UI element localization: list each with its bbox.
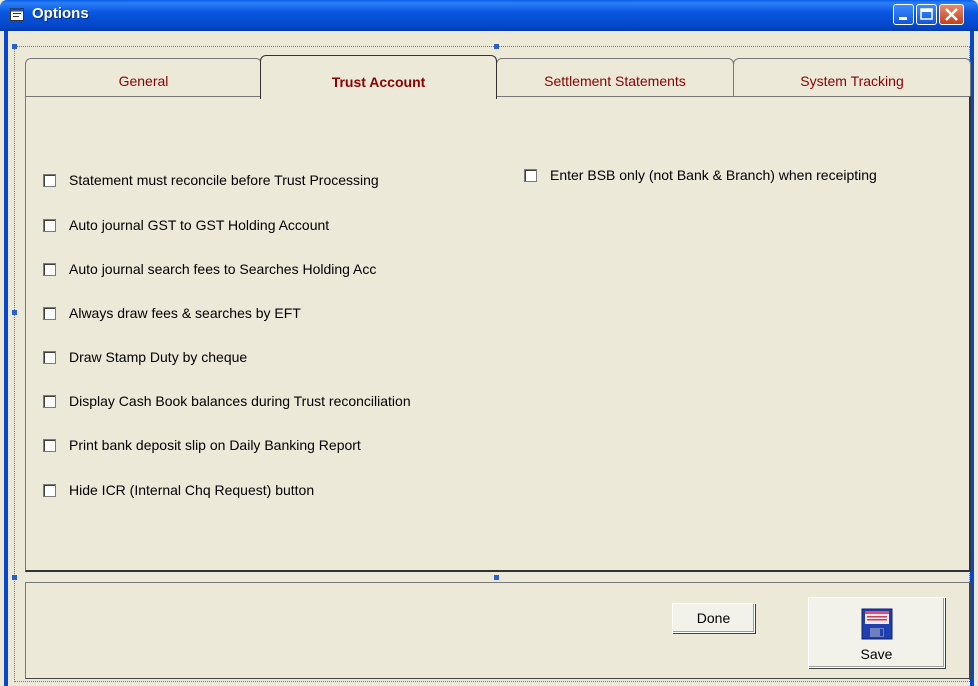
option-label: Auto journal GST to GST Holding Account: [69, 217, 330, 233]
checkbox[interactable]: [43, 350, 56, 364]
selection-handle[interactable]: [494, 575, 499, 580]
tab-label: General: [118, 73, 169, 89]
option-auto-journal-gst[interactable]: Auto journal GST to GST Holding Account: [43, 217, 329, 233]
minimize-button[interactable]: [893, 4, 914, 25]
option-label: Statement must reconcile before Trust Pr…: [69, 172, 379, 188]
selection-handle[interactable]: [494, 44, 499, 49]
option-cash-book-balances[interactable]: Display Cash Book balances during Trust …: [43, 393, 411, 409]
minimize-icon: [899, 17, 907, 20]
option-draw-fees-eft[interactable]: Always draw fees & searches by EFT: [43, 305, 301, 321]
checkbox[interactable]: [43, 173, 56, 187]
window-title: Options: [32, 5, 89, 22]
tab-label: Trust Account: [331, 74, 426, 90]
tab-general[interactable]: General: [25, 58, 262, 96]
option-label: Print bank deposit slip on Daily Banking…: [69, 437, 361, 453]
selection-handle[interactable]: [12, 310, 17, 315]
option-label: Auto journal search fees to Searches Hol…: [69, 261, 377, 277]
floppy-disk-icon: [861, 608, 893, 640]
option-enter-bsb-only[interactable]: Enter BSB only (not Bank & Branch) when …: [524, 167, 877, 183]
option-label: Display Cash Book balances during Trust …: [69, 393, 411, 409]
checkbox[interactable]: [43, 262, 56, 276]
option-statement-reconcile[interactable]: Statement must reconcile before Trust Pr…: [43, 172, 379, 188]
done-button[interactable]: Done: [672, 603, 755, 633]
close-icon: [945, 8, 958, 21]
checkbox[interactable]: [524, 168, 537, 182]
checkbox[interactable]: [43, 438, 56, 452]
title-bar[interactable]: Options: [0, 0, 978, 31]
selection-handle[interactable]: [12, 575, 17, 580]
window-icon: [10, 8, 24, 21]
option-label: Draw Stamp Duty by cheque: [69, 349, 248, 365]
tab-settlement-statements[interactable]: Settlement Statements: [496, 58, 734, 96]
close-button[interactable]: [939, 4, 964, 25]
checkbox[interactable]: [43, 483, 56, 497]
option-label: Always draw fees & searches by EFT: [69, 305, 301, 321]
checkbox[interactable]: [43, 306, 56, 320]
save-label: Save: [860, 646, 893, 662]
checkbox[interactable]: [43, 394, 56, 408]
trust-account-panel: Statement must reconcile before Trust Pr…: [25, 96, 971, 572]
option-print-deposit-slip[interactable]: Print bank deposit slip on Daily Banking…: [43, 437, 361, 453]
option-auto-journal-search-fees[interactable]: Auto journal search fees to Searches Hol…: [43, 261, 376, 277]
tab-label: Settlement Statements: [544, 73, 686, 89]
selection-handle[interactable]: [12, 44, 17, 49]
maximize-button[interactable]: [916, 4, 937, 25]
maximize-icon: [920, 8, 933, 20]
option-stamp-duty-cheque[interactable]: Draw Stamp Duty by cheque: [43, 349, 247, 365]
save-button[interactable]: Save: [808, 597, 945, 668]
option-label: Hide ICR (Internal Chq Request) button: [69, 482, 315, 498]
option-label: Enter BSB only (not Bank & Branch) when …: [550, 167, 877, 183]
tab-system-tracking[interactable]: System Tracking: [733, 58, 971, 96]
done-label: Done: [696, 610, 731, 626]
checkbox[interactable]: [43, 218, 56, 232]
option-hide-icr-button[interactable]: Hide ICR (Internal Chq Request) button: [43, 482, 314, 498]
tab-trust-account[interactable]: Trust Account: [260, 55, 497, 99]
tab-label: System Tracking: [800, 73, 904, 89]
